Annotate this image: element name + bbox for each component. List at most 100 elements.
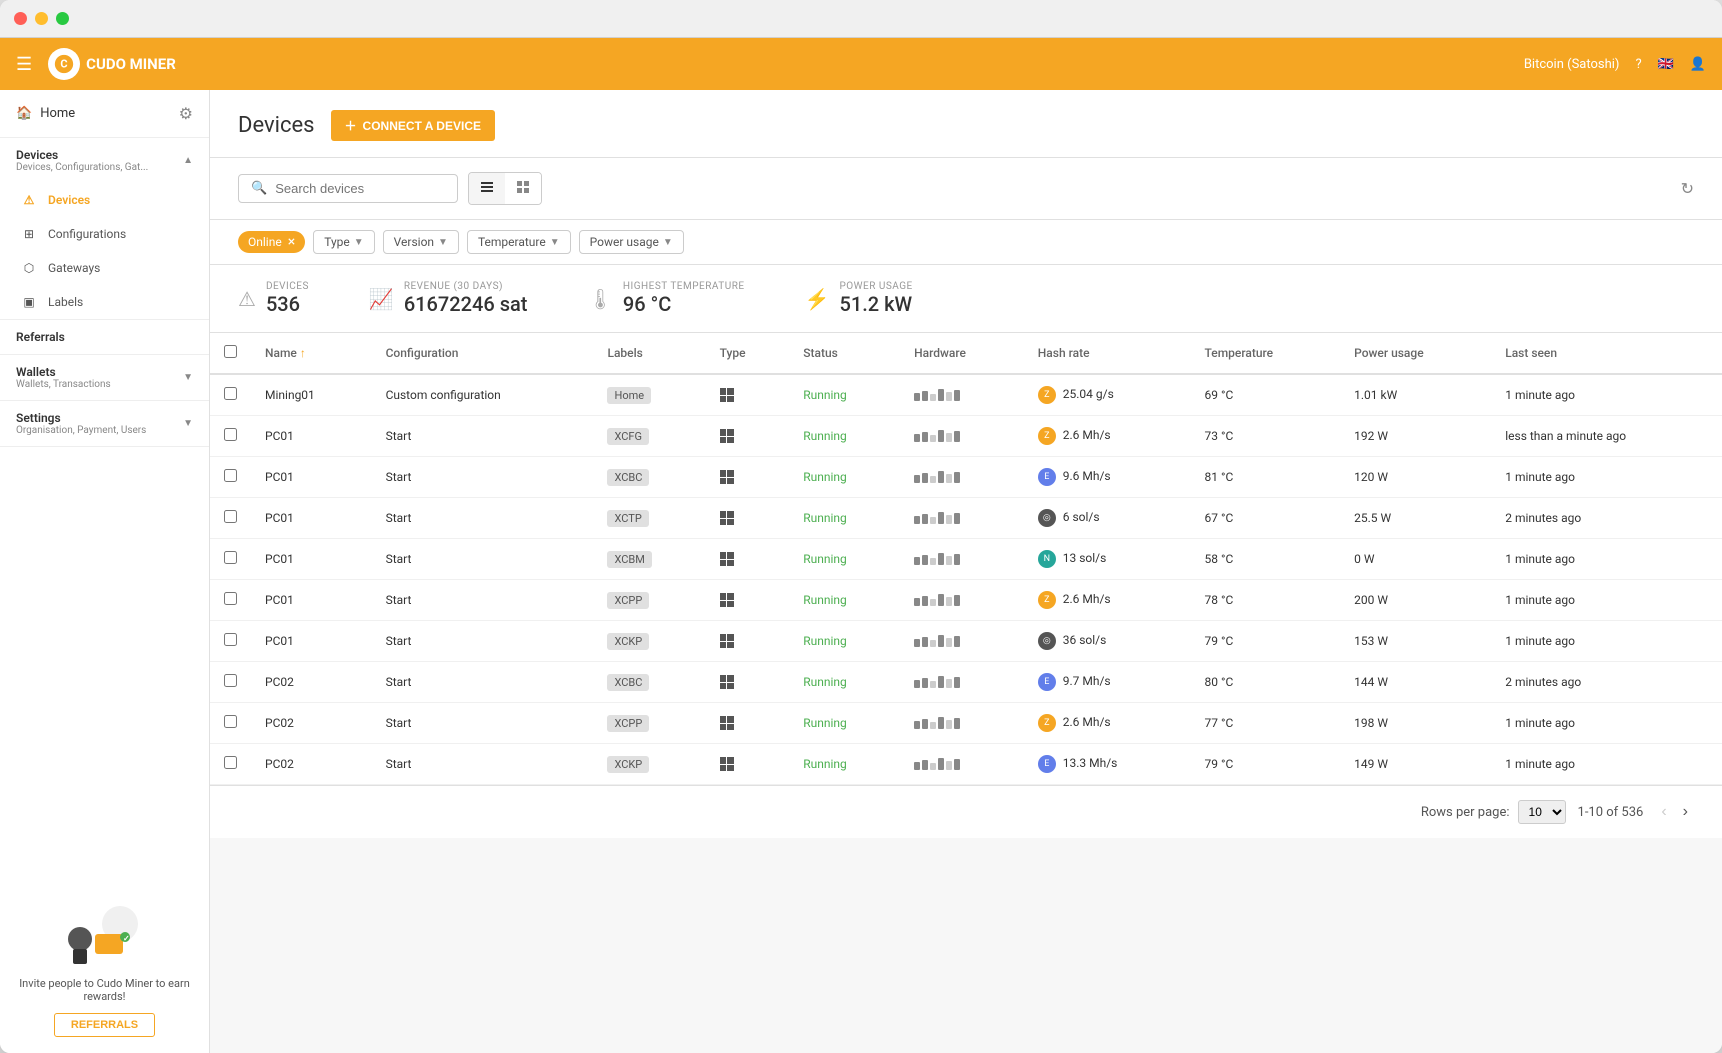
sidebar-section-devices: Devices Devices, Configurations, Gat... … xyxy=(0,138,209,320)
col-status[interactable]: Status xyxy=(789,333,900,374)
remove-filter-icon[interactable]: × xyxy=(288,234,295,250)
col-name[interactable]: Name ↑ xyxy=(251,333,372,374)
power-stat-label: POWER USAGE xyxy=(839,281,912,292)
cell-hashrate: Z 25.04 g/s xyxy=(1024,374,1191,416)
type-filter-dropdown[interactable]: Type ▼ xyxy=(313,230,374,254)
minimize-button[interactable] xyxy=(35,12,48,25)
sidebar-item-configurations[interactable]: ⊞ Configurations xyxy=(0,217,209,251)
col-lastseen[interactable]: Last seen xyxy=(1491,333,1722,374)
row-checkbox[interactable] xyxy=(224,387,237,400)
cell-status: Running xyxy=(789,703,900,744)
cell-config: Start xyxy=(372,457,594,498)
close-button[interactable] xyxy=(14,12,27,25)
flag-icon[interactable]: 🇬🇧 xyxy=(1658,57,1674,72)
version-chevron-icon: ▼ xyxy=(438,237,448,248)
cell-name: PC01 xyxy=(251,416,372,457)
refresh-button[interactable]: ↻ xyxy=(1681,179,1694,198)
cell-config: Start xyxy=(372,621,594,662)
cell-name: PC01 xyxy=(251,539,372,580)
cell-labels: XCPP xyxy=(593,580,705,621)
cell-power: 120 W xyxy=(1340,457,1491,498)
maximize-button[interactable] xyxy=(56,12,69,25)
sidebar-settings-sub: Organisation, Payment, Users xyxy=(16,425,146,436)
cell-labels: XCPP xyxy=(593,703,705,744)
sidebar-devices-title: Devices xyxy=(16,148,148,162)
col-power[interactable]: Power usage xyxy=(1340,333,1491,374)
search-box[interactable]: 🔍 xyxy=(238,174,458,203)
row-checkbox[interactable] xyxy=(224,551,237,564)
referral-image: ✓ xyxy=(65,899,145,969)
cell-status: Running xyxy=(789,662,900,703)
sidebar-item-devices[interactable]: ⚠ Devices xyxy=(0,183,209,217)
logo: C CUDO MINER xyxy=(48,48,176,80)
revenue-stat-icon: 📈 xyxy=(369,287,394,311)
list-view-button[interactable] xyxy=(469,173,505,204)
col-labels[interactable]: Labels xyxy=(593,333,705,374)
currency-label[interactable]: Bitcoin (Satoshi) xyxy=(1524,57,1620,72)
sidebar-section-referrals: Referrals xyxy=(0,320,209,355)
row-checkbox[interactable] xyxy=(224,592,237,605)
select-all-checkbox[interactable] xyxy=(224,345,237,358)
grid-view-button[interactable] xyxy=(505,173,541,204)
chevron-up-icon: ▲ xyxy=(183,155,193,166)
settings-gear-icon[interactable]: ⚙ xyxy=(179,104,193,123)
menu-icon[interactable]: ☰ xyxy=(16,54,32,75)
cell-temperature: 79 °C xyxy=(1191,621,1341,662)
row-checkbox[interactable] xyxy=(224,510,237,523)
sidebar-section-wallets-header[interactable]: Wallets Wallets, Transactions ▼ xyxy=(0,355,209,400)
cell-hashrate: E 13.3 Mh/s xyxy=(1024,744,1191,785)
sidebar-section-settings-header[interactable]: Settings Organisation, Payment, Users ▼ xyxy=(0,401,209,446)
version-filter-label: Version xyxy=(394,235,434,249)
next-page-button[interactable]: › xyxy=(1677,801,1694,823)
table-row: PC02 Start XCKP Running E 13.3 Mh/s 79 °… xyxy=(210,744,1722,785)
sidebar-section-referrals-header[interactable]: Referrals xyxy=(0,320,209,354)
filter-tag-label: Online xyxy=(248,235,282,249)
row-checkbox[interactable] xyxy=(224,715,237,728)
help-icon[interactable]: ? xyxy=(1635,57,1641,72)
sidebar-section-settings: Settings Organisation, Payment, Users ▼ xyxy=(0,401,209,447)
col-configuration[interactable]: Configuration xyxy=(372,333,594,374)
chevron-down-wallets-icon: ▼ xyxy=(183,372,193,383)
temperature-filter-dropdown[interactable]: Temperature ▼ xyxy=(467,230,571,254)
home-label: Home xyxy=(40,106,75,121)
cell-labels: XCTP xyxy=(593,498,705,539)
prev-page-button[interactable]: ‹ xyxy=(1655,801,1672,823)
power-filter-dropdown[interactable]: Power usage ▼ xyxy=(579,230,684,254)
cell-labels: XCFG xyxy=(593,416,705,457)
online-filter-tag[interactable]: Online × xyxy=(238,231,305,253)
table-row: PC01 Start XCFG Running Z 2.6 Mh/s 73 °C… xyxy=(210,416,1722,457)
connect-device-button[interactable]: ＋ CONNECT A DEVICE xyxy=(331,110,495,141)
devices-stat-value: 536 xyxy=(266,292,309,316)
cell-config: Start xyxy=(372,580,594,621)
search-input[interactable] xyxy=(275,181,445,196)
sidebar-item-home[interactable]: 🏠 Home ⚙ xyxy=(0,90,209,138)
cell-name: PC02 xyxy=(251,703,372,744)
row-checkbox[interactable] xyxy=(224,633,237,646)
col-temperature[interactable]: Temperature xyxy=(1191,333,1341,374)
row-checkbox[interactable] xyxy=(224,469,237,482)
cell-temperature: 73 °C xyxy=(1191,416,1341,457)
table-row: PC01 Start XCKP Running ◎ 36 sol/s 79 °C… xyxy=(210,621,1722,662)
col-type[interactable]: Type xyxy=(706,333,790,374)
cell-name: Mining01 xyxy=(251,374,372,416)
sidebar-item-gateways[interactable]: ⬡ Gateways xyxy=(0,251,209,285)
sidebar-item-labels[interactable]: ▣ Labels xyxy=(0,285,209,319)
main-content: Devices ＋ CONNECT A DEVICE 🔍 xyxy=(210,90,1722,1053)
rows-per-page-select[interactable]: 5 10 25 50 xyxy=(1518,800,1566,824)
row-checkbox[interactable] xyxy=(224,674,237,687)
sidebar-section-devices-header[interactable]: Devices Devices, Configurations, Gat... … xyxy=(0,138,209,183)
cell-lastseen: 2 minutes ago xyxy=(1491,498,1722,539)
temperature-stat-icon: 🌡 xyxy=(587,287,612,311)
page-header: Devices ＋ CONNECT A DEVICE xyxy=(210,90,1722,158)
cell-hardware xyxy=(900,662,1024,703)
version-filter-dropdown[interactable]: Version ▼ xyxy=(383,230,459,254)
row-checkbox[interactable] xyxy=(224,428,237,441)
cell-hardware xyxy=(900,539,1024,580)
row-checkbox[interactable] xyxy=(224,756,237,769)
col-hardware[interactable]: Hardware xyxy=(900,333,1024,374)
table-row: PC01 Start XCPP Running Z 2.6 Mh/s 78 °C… xyxy=(210,580,1722,621)
referrals-button[interactable]: REFERRALS xyxy=(54,1013,155,1037)
user-icon[interactable]: 👤 xyxy=(1690,57,1706,72)
col-hashrate[interactable]: Hash rate xyxy=(1024,333,1191,374)
search-icon: 🔍 xyxy=(251,181,267,196)
